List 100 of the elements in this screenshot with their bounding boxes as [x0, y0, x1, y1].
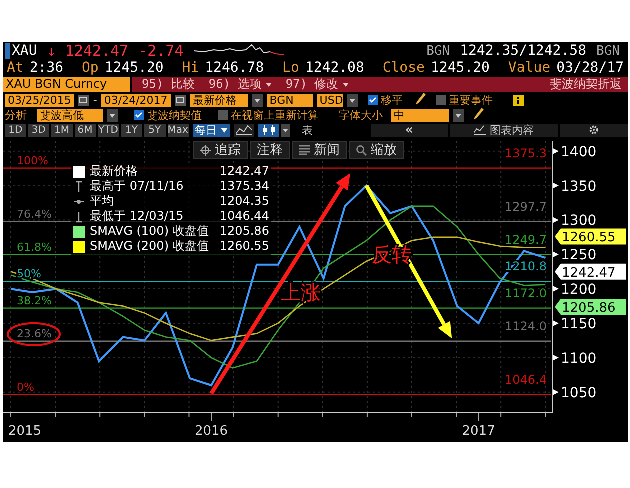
checkbox[interactable]: [134, 110, 144, 120]
security-field[interactable]: XAU BGN Curncy: [3, 77, 130, 92]
price-tag: 1260.55: [555, 228, 626, 246]
menu-item[interactable]: 97) 修改: [286, 76, 349, 93]
line-chart-icon: [474, 125, 486, 135]
range-button[interactable]: Max: [168, 124, 189, 136]
caret-icon: [342, 82, 349, 86]
study-title: 斐波纳契折返: [550, 76, 623, 93]
legend-value: 1046.44: [218, 209, 270, 224]
checkbox[interactable]: [218, 110, 228, 120]
stat-label: Op: [82, 60, 99, 76]
checkbox-label: 斐波纳契值: [147, 108, 202, 122]
source-label: BGN: [596, 44, 620, 58]
price-tag: 1242.47: [555, 264, 626, 281]
candlestick-button[interactable]: [258, 124, 279, 136]
level-label: 38.2%: [17, 294, 52, 308]
crosshair-icon: [200, 144, 211, 156]
stat-label: Close: [382, 60, 425, 76]
news-icon: [299, 145, 310, 155]
axis-label: 1100: [561, 350, 597, 367]
price-change: -2.74: [138, 42, 184, 60]
axis-label: 1200: [561, 282, 597, 298]
axis-label: 1400: [561, 144, 597, 160]
calendar-icon[interactable]: [174, 94, 186, 106]
level-label: 50%: [17, 268, 42, 281]
checkbox[interactable]: [436, 95, 446, 105]
stat-label: At: [7, 60, 24, 76]
legend-label: 平均: [90, 194, 115, 209]
range-button[interactable]: 1D: [5, 124, 26, 136]
axis-label: 1250: [561, 248, 597, 264]
axis-label: 2015: [8, 424, 42, 439]
search-icon: [356, 144, 367, 156]
study-dropdown[interactable]: 斐波高低: [37, 108, 103, 122]
level-label: 76.4%: [17, 208, 52, 221]
range-button[interactable]: 5Y: [144, 124, 166, 136]
menu-item[interactable]: 96) 选项: [208, 76, 272, 93]
chart-tool-button[interactable]: 新闻: [292, 141, 347, 159]
chart-tool-button[interactable]: 追踪: [193, 141, 248, 159]
currency-dropdown[interactable]: USD: [316, 94, 343, 106]
legend-label: 最低于 12/03/15: [90, 209, 185, 224]
legend-label: 最新价格: [90, 164, 139, 179]
range-button[interactable]: 1Y: [121, 124, 142, 136]
range-button[interactable]: 1M: [51, 124, 73, 136]
legend-value: 1375.34: [218, 179, 270, 194]
chart-tool-button[interactable]: 注释: [250, 141, 290, 159]
pencil-icon[interactable]: [474, 108, 484, 120]
source-label: BGN: [426, 44, 450, 58]
bid-ask: 1242.35/1242.58: [460, 43, 587, 59]
stat-label: Lo: [282, 60, 300, 76]
legend-value: 1260.55: [218, 239, 270, 254]
level-value: 1375.3: [505, 146, 547, 160]
back-button[interactable]: «: [371, 124, 448, 136]
menu-item[interactable]: 95) 比较: [142, 76, 195, 93]
checkbox-label: 移平: [380, 92, 403, 108]
axis-label: 2016: [194, 424, 228, 439]
stat-value: 2:36: [30, 60, 64, 76]
menu-label[interactable]: 表: [302, 122, 314, 138]
level-value: 1249.7: [505, 232, 547, 247]
level-value: 1046.4: [505, 372, 547, 387]
gear-icon: [589, 125, 600, 135]
legend-value: 1205.86: [218, 224, 270, 239]
chart-contents-button[interactable]: 图表内容: [450, 124, 558, 136]
axis-label: 1050: [561, 385, 597, 402]
dropdown-button[interactable]: [280, 124, 290, 136]
calendar-icon[interactable]: [78, 94, 90, 106]
ticker: XAU: [5, 43, 38, 59]
chart-tool-button[interactable]: 缩放: [349, 141, 404, 159]
stat-value: 1245.20: [104, 60, 164, 76]
legend-label: SMAVG (200) 收盘值: [90, 239, 209, 254]
settings-button[interactable]: [560, 124, 628, 136]
caret-icon: [220, 128, 228, 132]
axis-label: 2017: [462, 424, 496, 439]
axis-label: 1150: [561, 316, 597, 332]
low-marker-icon: [73, 210, 85, 222]
line-chart-button[interactable]: [234, 124, 254, 136]
date-field[interactable]: 03/24/2017: [101, 94, 171, 106]
range-button[interactable]: YTD: [98, 124, 120, 136]
last-price: ↓ 1242.47: [47, 42, 129, 60]
range-button[interactable]: 3D: [28, 124, 50, 136]
info-icon[interactable]: [512, 94, 524, 106]
date-separator: -: [93, 94, 98, 106]
frequency-dropdown[interactable]: 每日: [192, 124, 230, 136]
checkbox[interactable]: [368, 95, 378, 105]
font-size-dropdown[interactable]: 中: [391, 108, 449, 122]
legend-label: SMAVG (100) 收盘值: [90, 224, 209, 239]
stat-label: Hi: [182, 60, 200, 76]
range-button[interactable]: 6M: [74, 124, 96, 136]
stat-value: 1245.20: [430, 60, 490, 76]
date-field[interactable]: 03/25/2015: [5, 94, 74, 106]
price-field-dropdown[interactable]: 最新价格: [190, 94, 248, 106]
level-label: 23.6%: [17, 327, 52, 340]
level-value: 1297.7: [505, 200, 547, 214]
candlestick-icon: [262, 125, 276, 135]
legend-value: 1204.35: [218, 194, 270, 209]
level-label: 100%: [17, 154, 48, 168]
source-field[interactable]: BGN: [266, 94, 313, 106]
stat-value: 03/28/17: [556, 60, 624, 76]
stat-label: Value: [508, 60, 551, 76]
pencil-icon[interactable]: [416, 92, 426, 104]
legend-label: 最高于 07/11/16: [90, 179, 185, 194]
